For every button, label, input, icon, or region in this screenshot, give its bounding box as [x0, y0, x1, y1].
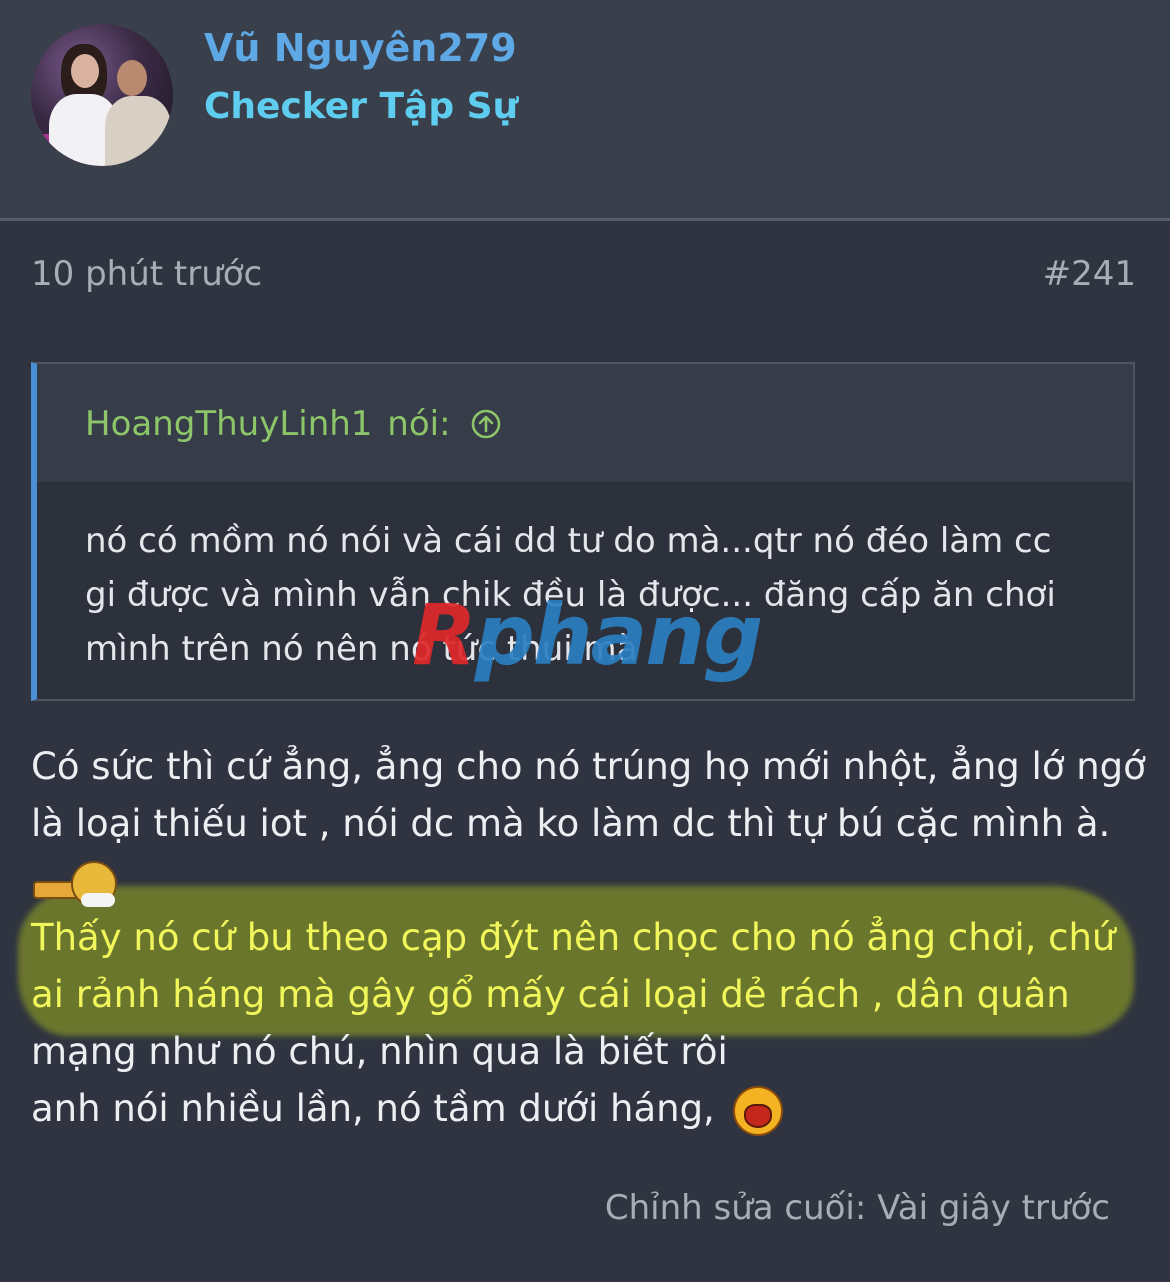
quote-header: HoangThuyLinh1 nói: [37, 364, 1133, 482]
message-emoji-line [31, 852, 1141, 909]
post-author-header: Vũ Nguyên279 Checker Tập Sự [0, 0, 1170, 221]
quote-author-suffix: nói: [387, 404, 451, 444]
post-message: Có sức thì cứ ẳng, ẳng cho nó trúng họ m… [31, 738, 1146, 1137]
go-to-original-arrow-icon[interactable] [471, 409, 501, 439]
shouting-smiley-icon [732, 1085, 783, 1136]
smoking-smiley-icon [31, 857, 121, 909]
quote-block: HoangThuyLinh1 nói: nó có mồm nó nói và … [31, 362, 1135, 701]
avatar-face-right [117, 60, 147, 96]
avatar[interactable] [31, 24, 173, 166]
user-title: Checker Tập Sự [204, 86, 519, 127]
post-number-link[interactable]: #241 [1043, 254, 1136, 294]
message-line: là loại thiếu iot , nói dc mà ko làm dc … [31, 802, 1111, 845]
quote-body: nó có mồm nó nói và cái dd tư do mà...qt… [85, 514, 1105, 676]
quote-line: gi được và mình vẫn chik đều là được... … [85, 575, 1056, 615]
message-line-highlighted: Thấy nó cứ bu theo cạp đýt nên chọc cho … [31, 916, 1116, 959]
message-line: Có sức thì cứ ẳng, ẳng cho nó trúng họ m… [31, 745, 1146, 788]
message-line-highlighted: ai rảnh háng mà gây gổ mấy cái loại dẻ r… [31, 973, 1070, 1016]
quote-line: mình trên nó nên nó tức thui mà [85, 629, 638, 669]
last-edited-note: Chỉnh sửa cuối: Vài giây trước [604, 1188, 1110, 1228]
message-line-text: anh nói nhiều lần, nó tầm dưới háng, [31, 1087, 715, 1130]
quote-author[interactable]: HoangThuyLinh1 nói: [85, 404, 501, 444]
quote-author-name[interactable]: HoangThuyLinh1 [85, 404, 372, 444]
quote-line: nó có mồm nó nói và cái dd tư do mà...qt… [85, 521, 1052, 561]
post-timestamp[interactable]: 10 phút trước [31, 254, 262, 294]
avatar-person-right [105, 96, 171, 166]
message-line: mạng như nó chú, nhìn qua là biết rôi [31, 1030, 728, 1073]
message-line-with-emoji: anh nói nhiều lần, nó tầm dưới háng, [31, 1080, 1141, 1137]
avatar-face-left [71, 54, 99, 88]
username-link[interactable]: Vũ Nguyên279 [204, 26, 517, 70]
